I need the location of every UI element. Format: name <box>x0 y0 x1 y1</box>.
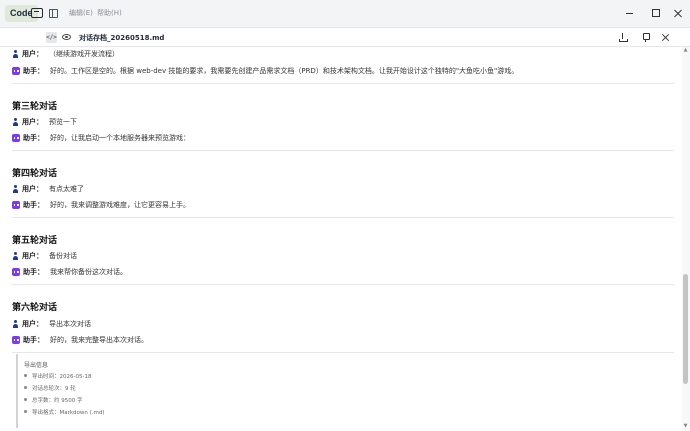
export-info-block: 导出信息 导出时间：2026-05-18 对话总轮次：9 轮 总字数：约 950… <box>16 354 674 428</box>
divider <box>12 150 674 151</box>
assistant-message-text: 好的，我来完整导出本次对话。 <box>50 336 148 344</box>
chat-window-icon[interactable] <box>31 8 43 18</box>
assistant-message-text: 我来帮你备份这次对话。 <box>50 268 127 276</box>
assistant-message-text: 好的，让我启动一个本地服务器来预览游戏： <box>50 134 190 142</box>
download-icon[interactable] <box>617 32 628 43</box>
assistant-role-label: 助手： <box>23 268 44 276</box>
assistant-message: 助手： 好的，我来调整游戏难度，让它更容易上手。 <box>12 200 190 210</box>
divider <box>12 217 674 218</box>
user-message: 用户： 有点太难了 <box>12 184 84 194</box>
user-message-text: 预览一下 <box>49 118 77 126</box>
user-message: 用户： 备份对话 <box>12 251 77 261</box>
maximize-icon[interactable] <box>650 7 662 19</box>
assistant-icon <box>12 67 20 75</box>
user-icon <box>12 118 19 126</box>
assistant-role-label: 助手： <box>23 134 44 142</box>
assistant-message: 助手： 好的，我来完整导出本次对话。 <box>12 335 148 345</box>
user-message-text: 备份对话 <box>49 252 77 260</box>
export-info-item: 导出时间：2026-05-18 <box>23 374 92 380</box>
user-message: 用户： （继续游戏开发流程） <box>12 49 119 59</box>
assistant-icon <box>12 336 20 344</box>
user-message-text: （继续游戏开发流程） <box>49 50 119 58</box>
assistant-icon <box>12 268 20 276</box>
document-filename: 对话存档_20260518.md <box>79 34 165 42</box>
export-info-title: 导出信息 <box>24 362 49 369</box>
user-icon <box>12 185 19 193</box>
minimize-icon[interactable] <box>624 7 636 19</box>
user-message: 用户： 导出本次对话 <box>12 319 91 329</box>
user-message-text: 有点太难了 <box>49 185 84 193</box>
close-icon[interactable] <box>660 32 671 43</box>
export-info-item: 对话总轮次：9 轮 <box>24 386 76 392</box>
menu-help[interactable]: 帮助(H) <box>97 8 122 18</box>
export-info-item: 导出格式：Markdown (.md) <box>24 410 105 416</box>
round-heading: 第六轮对话 <box>12 303 58 313</box>
round-heading: 第五轮对话 <box>12 236 58 246</box>
user-icon <box>12 320 19 328</box>
round-heading: 第三轮对话 <box>12 102 58 112</box>
user-role-label: 用户： <box>22 118 43 126</box>
menu-edit[interactable]: 编辑(E) <box>69 8 93 18</box>
assistant-role-label: 助手： <box>23 67 44 75</box>
document-content: 用户： （继续游戏开发流程） 助手： 好的。工作区是空的。根据 web-dev … <box>0 47 690 431</box>
user-message: 用户： 预览一下 <box>12 117 77 127</box>
user-role-label: 用户： <box>22 320 43 328</box>
title-bar: Code 编辑(E) 帮助(H) <box>0 0 690 28</box>
sidebar-toggle-icon[interactable] <box>49 9 58 18</box>
assistant-message-text: 好的。工作区是空的。根据 web-dev 技能的要求，我需要先创建产品需求文档（… <box>50 67 519 75</box>
scroll-down-icon[interactable]: ▼ <box>683 424 688 429</box>
divider <box>12 83 674 84</box>
eye-icon[interactable] <box>62 34 71 40</box>
assistant-role-label: 助手： <box>23 336 44 344</box>
assistant-message: 助手： 好的。工作区是空的。根据 web-dev 技能的要求，我需要先创建产品需… <box>12 66 518 76</box>
scroll-up-icon[interactable]: ▲ <box>683 48 688 53</box>
divider <box>12 352 674 353</box>
user-role-label: 用户： <box>22 50 43 58</box>
divider <box>12 284 674 285</box>
user-message-text: 导出本次对话 <box>49 320 91 328</box>
scrollbar-thumb[interactable] <box>683 274 688 384</box>
user-icon <box>12 252 19 260</box>
assistant-icon <box>12 201 20 209</box>
window-close-icon[interactable] <box>672 7 684 19</box>
assistant-message-text: 好的，我来调整游戏难度，让它更容易上手。 <box>50 201 190 209</box>
pin-icon[interactable] <box>640 32 651 43</box>
user-role-label: 用户： <box>22 252 43 260</box>
assistant-message: 助手： 我来帮你备份这次对话。 <box>12 267 127 277</box>
assistant-role-label: 助手： <box>23 201 44 209</box>
assistant-message: 助手： 好的，让我启动一个本地服务器来预览游戏： <box>12 133 190 143</box>
user-role-label: 用户： <box>22 185 43 193</box>
assistant-icon <box>12 134 20 142</box>
export-info-item: 总字数：约 9500 字 <box>24 398 83 404</box>
user-icon <box>12 50 19 58</box>
round-heading: 第四轮对话 <box>12 169 58 179</box>
document-toolbar: </> 对话存档_20260518.md <box>0 28 690 47</box>
code-view-icon[interactable]: </> <box>46 32 57 43</box>
